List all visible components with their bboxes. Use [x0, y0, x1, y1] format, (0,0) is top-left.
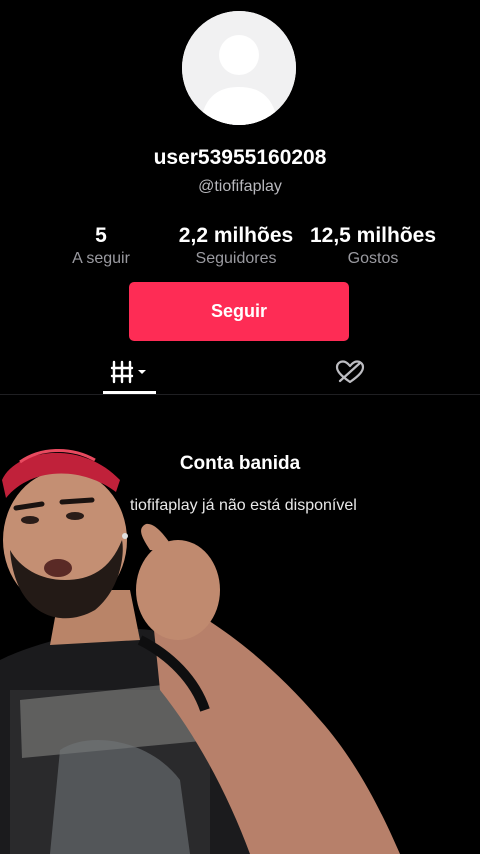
liked-heart-icon [335, 360, 365, 384]
stat-likes-label: Gostos [347, 250, 399, 267]
default-user-icon [182, 11, 296, 125]
stat-following-label: A seguir [72, 250, 130, 267]
profile-username: user53955160208 [153, 146, 327, 169]
stat-followers-label: Seguidores [195, 250, 277, 267]
stat-following-value: 5 [95, 224, 107, 247]
tabs-divider [0, 394, 480, 395]
banned-message: tiofifaplay já não está disponível [130, 497, 357, 514]
tab-videos[interactable] [103, 352, 156, 392]
chevron-down-icon [137, 370, 146, 374]
follow-button[interactable]: Seguir [129, 282, 349, 341]
videos-grid-icon [110, 360, 146, 384]
stat-likes-value: 12,5 milhões [309, 224, 437, 247]
profile-handle: @tiofifaplay [198, 178, 282, 195]
profile-avatar[interactable] [182, 11, 296, 125]
stat-following[interactable]: 5 A seguir [72, 223, 130, 269]
stat-followers-value: 2,2 milhões [178, 224, 294, 247]
banned-title: Conta banida [179, 453, 301, 474]
stat-followers[interactable]: 2,2 milhões Seguidores [179, 223, 293, 269]
tab-liked[interactable] [324, 352, 376, 392]
stat-likes[interactable]: 12,5 milhões Gostos [310, 223, 436, 269]
